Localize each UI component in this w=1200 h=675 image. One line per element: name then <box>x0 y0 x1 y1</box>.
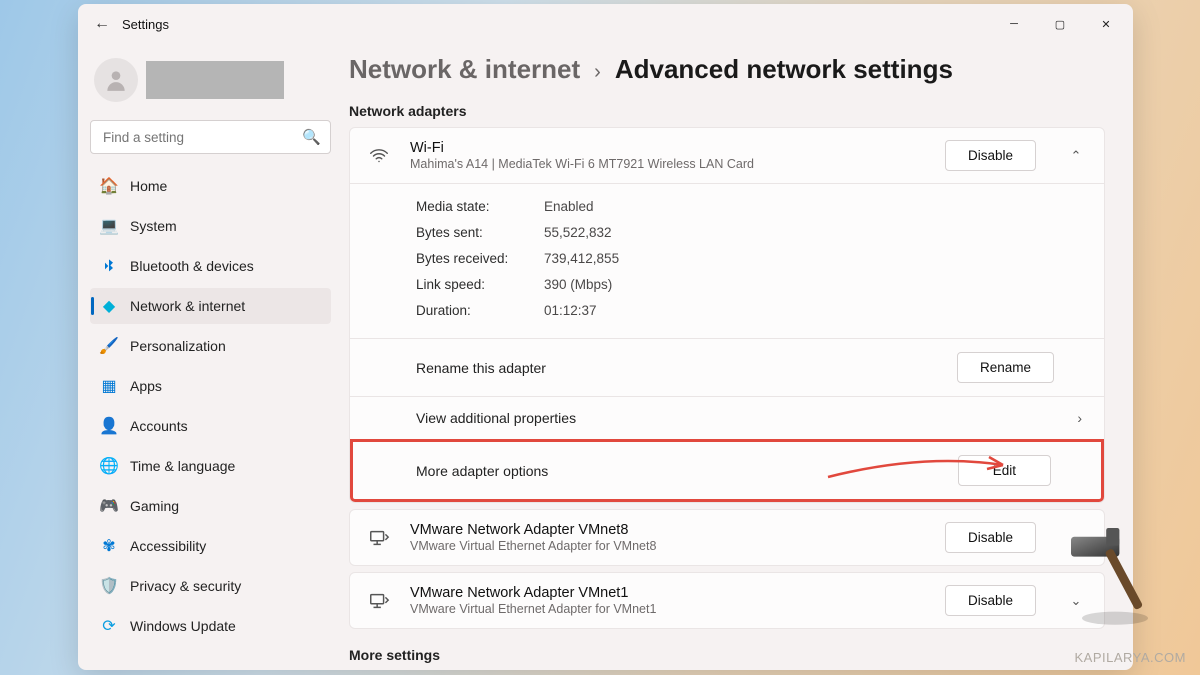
app-title: Settings <box>122 17 169 32</box>
avatar-icon <box>94 58 138 102</box>
sidebar-item-personalization[interactable]: 🖌️ Personalization <box>90 328 331 364</box>
adapter-wifi-header[interactable]: Wi-Fi Mahima's A14 | MediaTek Wi-Fi 6 MT… <box>350 128 1104 183</box>
watermark: KAPILARYA.COM <box>1075 650 1187 665</box>
apps-icon: ▦ <box>100 377 118 395</box>
ethernet-icon <box>366 527 392 549</box>
sidebar-item-label: Accounts <box>130 418 188 434</box>
more-adapter-options-row: More adapter options Edit <box>350 439 1104 502</box>
disable-wifi-button[interactable]: Disable <box>945 140 1036 171</box>
detail-value: 55,522,832 <box>544 220 612 246</box>
chevron-down-icon[interactable]: ⌄ <box>1064 593 1088 609</box>
ethernet-icon <box>366 590 392 612</box>
settings-window: ← Settings ─ ▢ ✕ 🔍 🏠 Home 💻 System Bluetoo… <box>78 4 1133 670</box>
search-icon: 🔍 <box>302 128 321 146</box>
sidebar-item-label: Bluetooth & devices <box>130 258 254 274</box>
view-properties-row[interactable]: View additional properties › <box>350 396 1104 439</box>
edit-button[interactable]: Edit <box>958 455 1051 486</box>
adapter-title: VMware Network Adapter VMnet1 <box>410 585 927 601</box>
sidebar-item-accessibility[interactable]: ✾ Accessibility <box>90 528 331 564</box>
chevron-up-icon[interactable]: ⌃ <box>1064 148 1088 164</box>
detail-key: Duration: <box>416 298 544 324</box>
accounts-icon: 👤 <box>100 417 118 435</box>
rename-button[interactable]: Rename <box>957 352 1054 383</box>
update-icon: ⟳ <box>100 617 118 635</box>
detail-value: 01:12:37 <box>544 298 597 324</box>
account-name-redacted <box>146 61 284 99</box>
detail-value: 390 (Mbps) <box>544 272 612 298</box>
detail-key: Bytes received: <box>416 246 544 272</box>
chevron-down-icon[interactable]: ⌄ <box>1064 530 1088 546</box>
detail-value: Enabled <box>544 194 594 220</box>
adapter-vmnet1-header[interactable]: VMware Network Adapter VMnet1 VMware Vir… <box>350 573 1104 628</box>
detail-key: Link speed: <box>416 272 544 298</box>
section-more-settings: More settings <box>343 647 1105 663</box>
home-icon: 🏠 <box>100 177 118 195</box>
adapter-wifi-card: Wi-Fi Mahima's A14 | MediaTek Wi-Fi 6 MT… <box>349 127 1105 503</box>
minimize-button[interactable]: ─ <box>991 4 1037 44</box>
disable-vmnet1-button[interactable]: Disable <box>945 585 1036 616</box>
adapter-vmnet1-card: VMware Network Adapter VMnet1 VMware Vir… <box>349 572 1105 629</box>
breadcrumb-parent[interactable]: Network & internet <box>349 54 580 85</box>
sidebar-item-label: Apps <box>130 378 162 394</box>
sidebar-item-label: Network & internet <box>130 298 245 314</box>
back-button[interactable]: ← <box>82 4 122 44</box>
bluetooth-icon <box>100 257 118 275</box>
chevron-right-icon: › <box>1077 410 1082 426</box>
sidebar-item-network[interactable]: ◆ Network & internet <box>90 288 331 324</box>
sidebar-item-bluetooth[interactable]: Bluetooth & devices <box>90 248 331 284</box>
adapter-subtitle: Mahima's A14 | MediaTek Wi-Fi 6 MT7921 W… <box>410 157 927 171</box>
breadcrumb: Network & internet › Advanced network se… <box>343 54 1105 85</box>
accessibility-icon: ✾ <box>100 537 118 555</box>
detail-key: Bytes sent: <box>416 220 544 246</box>
detail-value: 739,412,855 <box>544 246 619 272</box>
sidebar-item-label: System <box>130 218 177 234</box>
more-options-label: More adapter options <box>416 463 958 479</box>
page-title: Advanced network settings <box>615 54 953 85</box>
main-content: Network & internet › Advanced network se… <box>343 44 1133 670</box>
rename-label: Rename this adapter <box>416 360 957 376</box>
detail-key: Media state: <box>416 194 544 220</box>
adapter-vmnet8-card: VMware Network Adapter VMnet8 VMware Vir… <box>349 509 1105 566</box>
sidebar-item-label: Personalization <box>130 338 226 354</box>
chevron-right-icon: › <box>594 61 601 84</box>
sidebar-item-label: Home <box>130 178 167 194</box>
adapter-subtitle: VMware Virtual Ethernet Adapter for VMne… <box>410 539 927 553</box>
search-input[interactable] <box>90 120 331 154</box>
sidebar-item-home[interactable]: 🏠 Home <box>90 168 331 204</box>
search-box[interactable]: 🔍 <box>90 120 331 154</box>
view-properties-label: View additional properties <box>416 410 1077 426</box>
sidebar-item-label: Windows Update <box>130 618 236 634</box>
rename-adapter-row: Rename this adapter Rename <box>350 338 1104 396</box>
sidebar-item-label: Time & language <box>130 458 235 474</box>
disable-vmnet8-button[interactable]: Disable <box>945 522 1036 553</box>
adapter-subtitle: VMware Virtual Ethernet Adapter for VMne… <box>410 602 927 616</box>
sidebar-item-label: Accessibility <box>130 538 206 554</box>
sidebar-item-label: Gaming <box>130 498 179 514</box>
globe-icon: 🌐 <box>100 457 118 475</box>
sidebar-item-gaming[interactable]: 🎮 Gaming <box>90 488 331 524</box>
sidebar-item-windows-update[interactable]: ⟳ Windows Update <box>90 608 331 644</box>
titlebar: ← Settings ─ ▢ ✕ <box>78 4 1133 44</box>
sidebar-item-apps[interactable]: ▦ Apps <box>90 368 331 404</box>
account-header[interactable] <box>90 52 331 112</box>
adapter-title: Wi-Fi <box>410 140 927 156</box>
network-icon: ◆ <box>100 297 118 315</box>
sidebar-item-system[interactable]: 💻 System <box>90 208 331 244</box>
close-button[interactable]: ✕ <box>1083 4 1129 44</box>
gaming-icon: 🎮 <box>100 497 118 515</box>
adapter-vmnet8-header[interactable]: VMware Network Adapter VMnet8 VMware Vir… <box>350 510 1104 565</box>
sidebar-item-accounts[interactable]: 👤 Accounts <box>90 408 331 444</box>
brush-icon: 🖌️ <box>100 337 118 355</box>
maximize-button[interactable]: ▢ <box>1037 4 1083 44</box>
sidebar-item-time-language[interactable]: 🌐 Time & language <box>90 448 331 484</box>
sidebar-item-privacy[interactable]: 🛡️ Privacy & security <box>90 568 331 604</box>
sidebar-item-label: Privacy & security <box>130 578 241 594</box>
section-network-adapters: Network adapters <box>343 103 1105 119</box>
adapter-title: VMware Network Adapter VMnet8 <box>410 522 927 538</box>
system-icon: 💻 <box>100 217 118 235</box>
adapter-details: Media state:Enabled Bytes sent:55,522,83… <box>350 183 1104 338</box>
shield-icon: 🛡️ <box>100 577 118 595</box>
wifi-icon <box>366 145 392 167</box>
sidebar: 🔍 🏠 Home 💻 System Bluetooth & devices ◆ Net… <box>78 44 343 670</box>
